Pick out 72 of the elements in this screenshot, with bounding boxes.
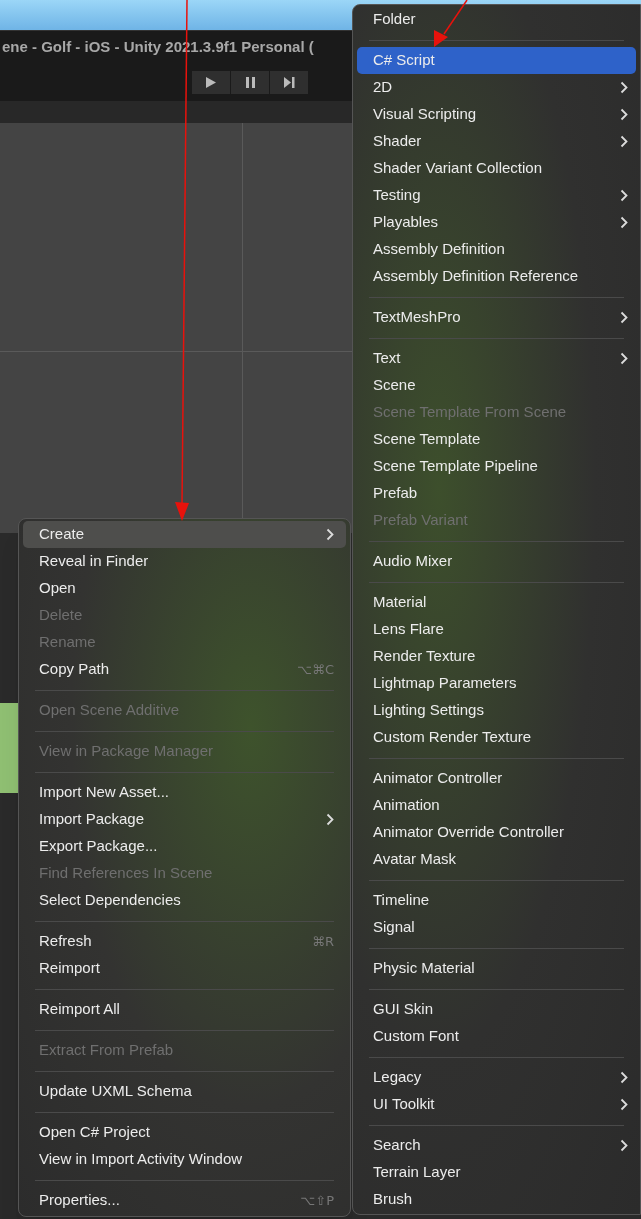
menu-item[interactable]: C# Script <box>357 47 636 74</box>
menu-item[interactable]: Playables <box>357 209 636 236</box>
menu-item[interactable]: Scene Template <box>357 426 636 453</box>
chevron-right-icon <box>620 352 628 365</box>
menu-item[interactable]: Folder <box>357 6 636 33</box>
menu-item[interactable]: Assembly Definition <box>357 236 636 263</box>
chevron-right-icon <box>620 189 628 202</box>
menu-item[interactable]: Render Texture <box>357 643 636 670</box>
menu-item[interactable]: View in Import Activity Window <box>23 1146 346 1173</box>
menu-item[interactable]: Visual Scripting <box>357 101 636 128</box>
menu-item[interactable]: TextMeshPro <box>357 304 636 331</box>
menu-item[interactable]: Scene <box>357 372 636 399</box>
menu-item[interactable]: Avatar Mask <box>357 846 636 873</box>
menu-item[interactable]: Create <box>23 521 346 548</box>
step-icon <box>283 76 295 88</box>
menu-item[interactable]: Legacy <box>357 1064 636 1091</box>
chevron-right-icon <box>620 311 628 324</box>
menu-item[interactable]: Brush <box>357 1186 636 1213</box>
chevron-right-icon <box>620 1071 628 1084</box>
chevron-right-icon <box>620 135 628 148</box>
menu-item[interactable]: Refresh ⌘R <box>23 928 346 955</box>
menu-item[interactable]: Scene Template Pipeline <box>357 453 636 480</box>
menu-item[interactable]: Reimport All <box>23 996 346 1023</box>
menu-item[interactable]: Shader <box>357 128 636 155</box>
menu-item[interactable]: Update UXML Schema <box>23 1078 346 1105</box>
menu-item[interactable]: UI Toolkit <box>357 1091 636 1118</box>
menu-item[interactable]: Animator Controller <box>357 765 636 792</box>
menu-item[interactable]: Material <box>357 589 636 616</box>
chevron-right-icon <box>620 1139 628 1152</box>
menu-item[interactable]: Open C# Project <box>23 1119 346 1146</box>
menu-item[interactable]: Lighting Settings <box>357 697 636 724</box>
menu-item[interactable]: Prefab <box>357 480 636 507</box>
menu-item[interactable]: Properties... ⌥⇧P <box>23 1187 346 1214</box>
chevron-right-icon <box>620 216 628 229</box>
chevron-right-icon <box>326 528 334 541</box>
pause-icon <box>245 76 255 88</box>
menu-item[interactable]: Animation <box>357 792 636 819</box>
menu-item[interactable]: Timeline <box>357 887 636 914</box>
shortcut-label: ⌥⇧P <box>300 1191 334 1210</box>
menu-item[interactable]: Terrain Layer <box>357 1159 636 1186</box>
menu-item[interactable]: Text <box>357 345 636 372</box>
menu-item[interactable]: Copy Path ⌥⌘C <box>23 656 346 683</box>
chevron-right-icon <box>326 813 334 826</box>
menu-item[interactable]: Reveal in Finder <box>23 548 346 575</box>
menu-item[interactable]: Custom Render Texture <box>357 724 636 751</box>
pause-button[interactable] <box>231 70 269 94</box>
chevron-right-icon <box>620 108 628 121</box>
shortcut-label: ⌘R <box>311 932 334 951</box>
menu-item[interactable]: Import New Asset... <box>23 779 346 806</box>
menu-item[interactable]: Lens Flare <box>357 616 636 643</box>
menu-item[interactable]: Search <box>357 1132 636 1159</box>
menu-item[interactable]: Audio Mixer <box>357 548 636 575</box>
chevron-right-icon <box>620 81 628 94</box>
menu-item[interactable]: Animator Override Controller <box>357 819 636 846</box>
menu-item[interactable]: Testing <box>357 182 636 209</box>
chevron-right-icon <box>620 1098 628 1111</box>
play-icon <box>206 76 216 88</box>
menu-item[interactable]: Custom Font <box>357 1023 636 1050</box>
menu-item[interactable]: Reimport <box>23 955 346 982</box>
menu-item[interactable]: GUI Skin <box>357 996 636 1023</box>
menu-item[interactable]: Physic Material <box>357 955 636 982</box>
step-button[interactable] <box>270 70 308 94</box>
menu-item[interactable]: Assembly Definition Reference <box>357 263 636 290</box>
menu-item[interactable]: Shader Variant Collection <box>357 155 636 182</box>
menu-item[interactable]: Lightmap Parameters <box>357 670 636 697</box>
menu-item[interactable]: Open <box>23 575 346 602</box>
menu-item[interactable]: Select Dependencies <box>23 887 346 914</box>
menu-item[interactable]: Import Package <box>23 806 346 833</box>
shortcut-label: ⌥⌘C <box>296 660 334 679</box>
play-button[interactable] <box>192 70 230 94</box>
menu-item[interactable]: Export Package... <box>23 833 346 860</box>
menu-item[interactable]: Signal <box>357 914 636 941</box>
